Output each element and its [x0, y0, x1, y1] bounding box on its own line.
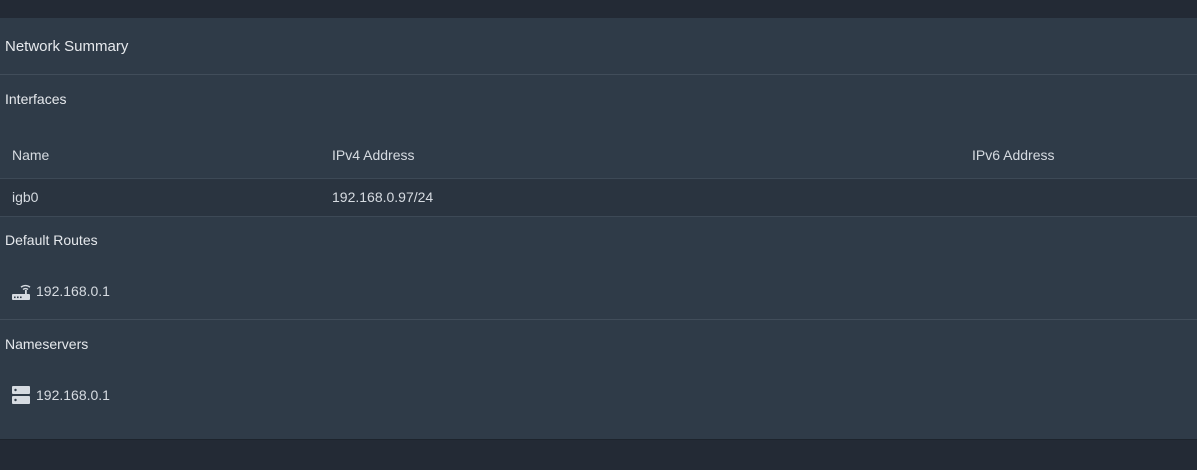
panel-title: Network Summary	[5, 38, 129, 55]
default-route-value: 192.168.0.1	[36, 283, 110, 299]
column-header-name: Name	[12, 147, 50, 163]
column-header-ipv4: IPv4 Address	[332, 147, 415, 163]
network-summary-panel: Network Summary Interfaces Name IPv4 Add…	[0, 18, 1197, 440]
router-icon	[11, 281, 31, 301]
divider	[0, 74, 1197, 75]
interface-ipv4: 192.168.0.97/24	[332, 189, 434, 205]
interfaces-table-header: Name IPv4 Address IPv6 Address	[0, 136, 1197, 178]
nameservers-title: Nameservers	[5, 336, 89, 352]
interfaces-title: Interfaces	[5, 91, 67, 107]
default-route-item: 192.168.0.1	[11, 281, 110, 301]
server-icon	[11, 385, 31, 405]
column-header-ipv6: IPv6 Address	[972, 147, 1055, 163]
nameserver-value: 192.168.0.1	[36, 387, 110, 403]
nameserver-item: 192.168.0.1	[11, 385, 110, 405]
table-row: igb0 192.168.0.97/24	[0, 178, 1197, 217]
default-routes-title: Default Routes	[5, 232, 98, 248]
interface-name: igb0	[12, 189, 39, 205]
divider	[0, 319, 1197, 320]
